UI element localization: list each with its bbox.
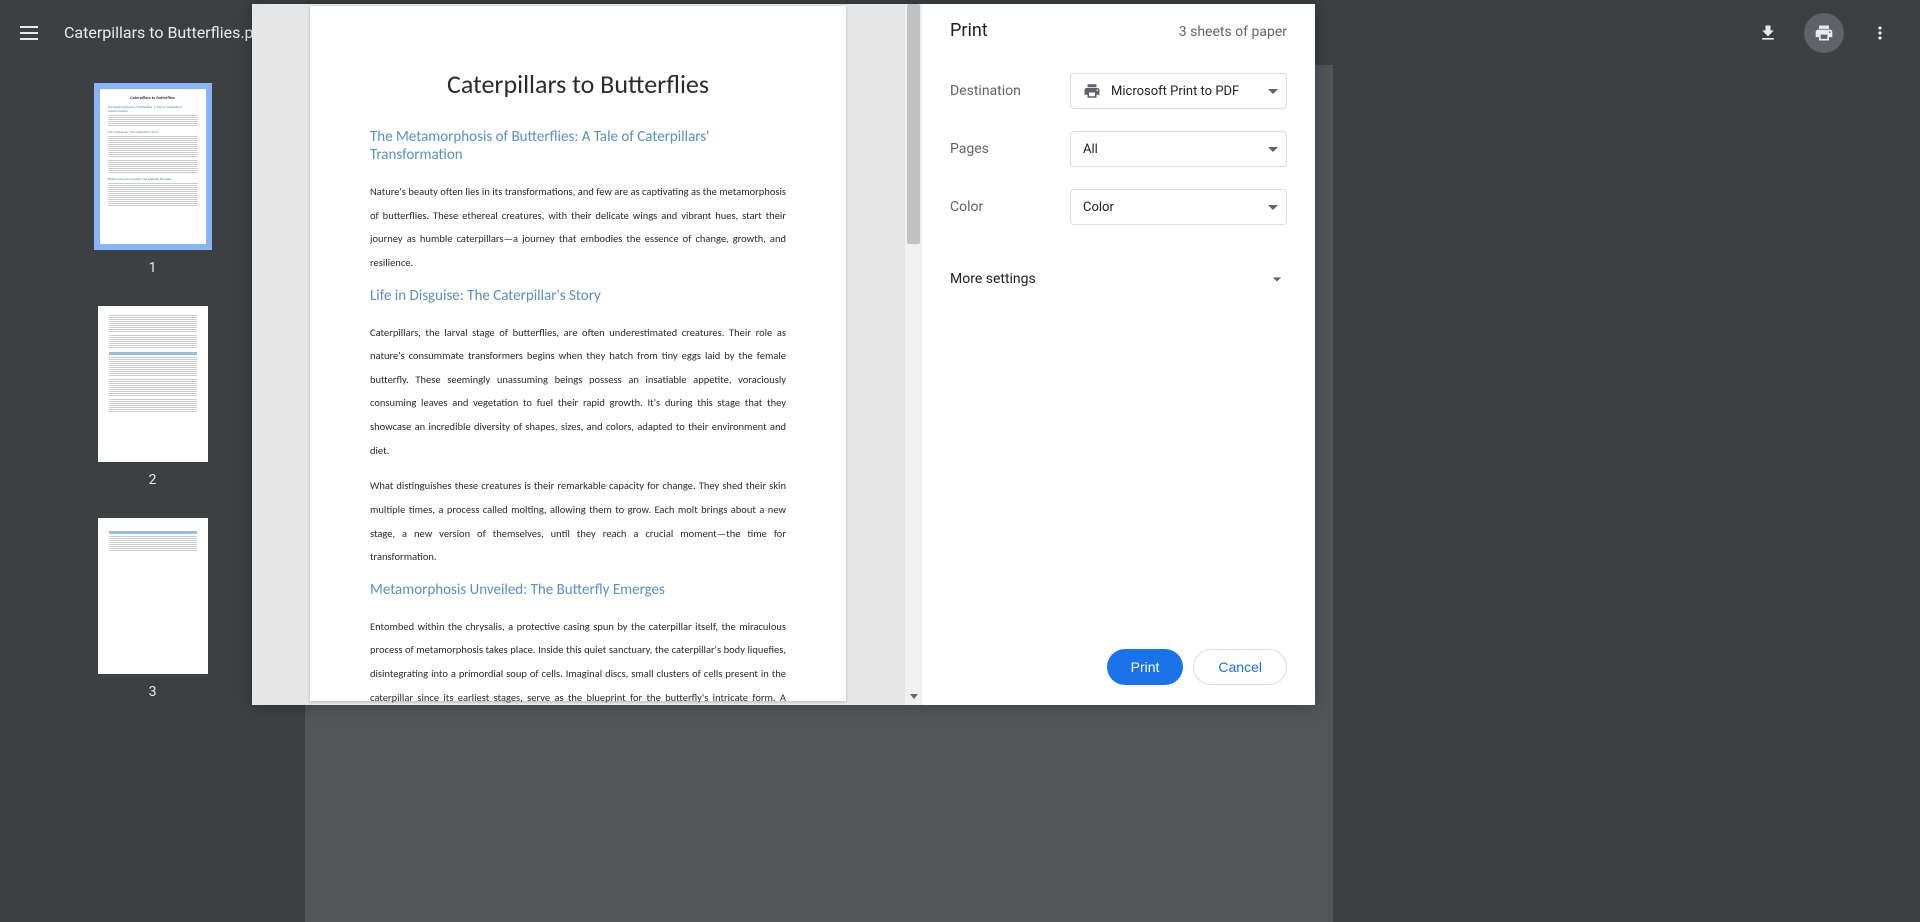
download-button[interactable]: [1748, 13, 1788, 53]
print-confirm-button[interactable]: Print: [1107, 649, 1184, 685]
sheet-count: 3 sheets of paper: [1179, 24, 1287, 40]
scroll-down-button[interactable]: [905, 688, 922, 705]
pages-value: All: [1083, 142, 1098, 157]
scroll-thumb[interactable]: [907, 4, 920, 244]
chevron-down-icon: [1267, 269, 1287, 289]
thumbnail-1[interactable]: Caterpillars to Butterflies The Metamorp…: [94, 83, 212, 250]
color-label: Color: [950, 199, 1070, 215]
print-preview-pane: Caterpillars to Butterflies The Metamorp…: [252, 4, 922, 705]
document-title: Caterpillars to Butterflies: [370, 68, 786, 100]
dropdown-arrow-icon: [1268, 147, 1278, 152]
print-dialog-title: Print: [950, 20, 988, 41]
section-heading: The Metamorphosis of Butterflies: A Tale…: [370, 128, 786, 164]
section-heading: Life in Disguise: The Caterpillar's Stor…: [370, 287, 786, 305]
dropdown-arrow-icon: [1268, 89, 1278, 94]
thumbnail-number: 3: [149, 684, 157, 700]
color-value: Color: [1083, 200, 1114, 215]
preview-scrollbar[interactable]: [905, 4, 922, 705]
paragraph: What distinguishes these creatures is th…: [370, 474, 786, 569]
section-heading: Metamorphosis Unveiled: The Butterfly Em…: [370, 581, 786, 599]
print-settings-panel: Print 3 sheets of paper Destination Micr…: [922, 4, 1315, 705]
thumbnail-number: 2: [149, 472, 157, 488]
pages-label: Pages: [950, 141, 1070, 157]
color-dropdown[interactable]: Color: [1070, 189, 1287, 225]
paragraph: Nature's beauty often lies in its transf…: [370, 180, 786, 275]
filename: Caterpillars to Butterflies.pdf: [64, 23, 268, 42]
destination-label: Destination: [950, 83, 1070, 99]
printer-icon: [1083, 82, 1101, 100]
more-button[interactable]: [1860, 13, 1900, 53]
thumbnail-3[interactable]: [98, 518, 208, 674]
download-icon: [1758, 23, 1778, 43]
destination-dropdown[interactable]: Microsoft Print to PDF: [1070, 73, 1287, 109]
pages-dropdown[interactable]: All: [1070, 131, 1287, 167]
paragraph: Entombed within the chrysalis, a protect…: [370, 615, 786, 705]
dropdown-arrow-icon: [1268, 205, 1278, 210]
more-settings-toggle[interactable]: More settings: [950, 257, 1287, 301]
thumbnail-number: 1: [149, 260, 157, 276]
thumbnail-2[interactable]: [98, 306, 208, 462]
more-vert-icon: [1870, 23, 1890, 43]
cancel-button[interactable]: Cancel: [1193, 649, 1287, 685]
menu-button[interactable]: [20, 21, 44, 45]
destination-value: Microsoft Print to PDF: [1111, 84, 1239, 99]
preview-page-1: Caterpillars to Butterflies The Metamorp…: [310, 6, 846, 701]
print-icon: [1814, 23, 1834, 43]
print-dialog: Caterpillars to Butterflies The Metamorp…: [252, 4, 1315, 705]
paragraph: Caterpillars, the larval stage of butter…: [370, 321, 786, 463]
print-button[interactable]: [1804, 13, 1844, 53]
more-settings-label: More settings: [950, 271, 1036, 287]
